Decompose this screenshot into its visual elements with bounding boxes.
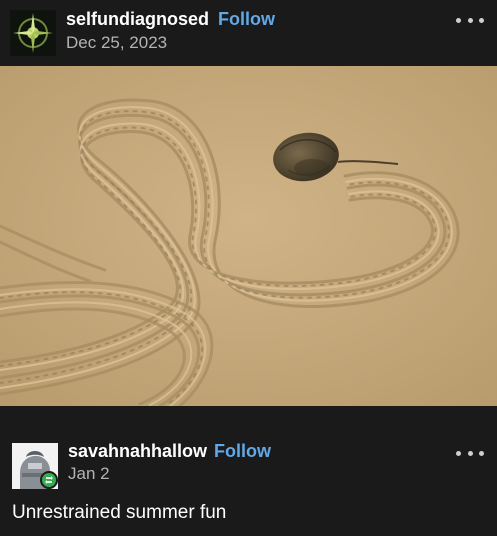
more-horizontal-icon[interactable] [456, 13, 484, 27]
sand-trail-image [0, 66, 497, 406]
reblog-section: savahnahhallow Follow Jan 2 Unrestrained… [0, 426, 497, 536]
reblog-text: Unrestrained summer fun [12, 502, 227, 523]
post-divider [0, 406, 497, 426]
reblog-date: Jan 2 [68, 464, 110, 483]
post-date: Dec 25, 2023 [66, 33, 168, 52]
reblog-icon [40, 471, 58, 489]
post-username[interactable]: selfundiagnosed [66, 9, 209, 30]
follow-button-reblogger[interactable]: Follow [214, 441, 271, 462]
follow-button[interactable]: Follow [218, 9, 275, 30]
reblogger-username[interactable]: savahnahhallow [68, 441, 207, 462]
user-avatar[interactable] [10, 10, 56, 56]
more-horizontal-icon[interactable] [456, 446, 484, 460]
post-header: selfundiagnosed Follow Dec 25, 2023 [0, 0, 497, 66]
post-photo [0, 66, 497, 406]
avatar-graphic [10, 10, 56, 56]
